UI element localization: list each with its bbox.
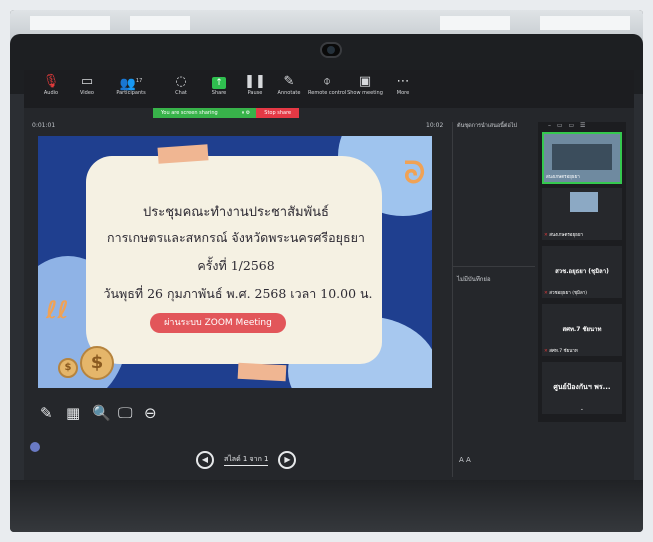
pen-icon[interactable]: ✎ xyxy=(40,404,53,422)
participant-tile[interactable]: สวช.อยุธยา (ชุมิลา) ✕ สวชอยุธยา (ชุมิลา) xyxy=(542,246,622,298)
participant-tile[interactable]: สศท.7 ชัยนาท ✕ สศท.7 ชัยนาท xyxy=(542,304,622,356)
font-size-controls[interactable]: A A xyxy=(459,456,471,464)
share-button[interactable]: ↑ Share xyxy=(200,73,238,97)
laptop-screen: 🎙 Audio ▭ Video 👥17 Participants ◌ Chat … xyxy=(24,70,634,480)
swirl-decoration: ᘐ xyxy=(404,156,426,191)
share-status: You are screen sharing xyxy=(153,108,236,118)
slide-title: ประชุมคณะทำงานประชาสัมพันธ์ xyxy=(143,205,329,220)
meeting-timer: 0:01:01 xyxy=(32,122,56,129)
more-button[interactable]: ⋯ More xyxy=(384,73,422,97)
magnifier-icon[interactable]: 🔍 xyxy=(92,404,111,422)
webcam-icon xyxy=(320,42,342,58)
remote-control-button[interactable]: ⌽ Remote control xyxy=(308,73,346,97)
mouse-icon: ⌽ xyxy=(323,74,331,89)
slide-date: วันพุธที่ 26 กุมภาพันธ์ พ.ศ. 2568 เวลา 1… xyxy=(103,286,373,301)
slides-grid-icon[interactable]: ▦ xyxy=(66,404,80,422)
next-slide-button[interactable]: ▶ xyxy=(278,451,297,469)
pen-icon: ✎ xyxy=(283,74,295,89)
chat-icon: ◌ xyxy=(175,74,187,89)
zoom-meeting-pill: ผ่านระบบ ZOOM Meeting xyxy=(150,313,286,333)
coin-icon: $ xyxy=(58,358,78,378)
participants-icon: 👥17 xyxy=(119,76,143,92)
screen-icon[interactable]: 🖵 xyxy=(118,404,132,422)
zoom-toolbar: 🎙 Audio ▭ Video 👥17 Participants ◌ Chat … xyxy=(24,70,634,108)
presentation-slide: ᘐ ℓℓ $ $ ประชุมคณะทำงานประชาสัมพันธ์ การ… xyxy=(38,136,432,388)
video-button[interactable]: ▭ Video xyxy=(68,73,106,97)
stop-share-button[interactable]: Stop share xyxy=(256,108,300,118)
slide-session: ครั้งที่ 1/2568 xyxy=(197,258,275,273)
chevron-down-icon[interactable]: ⌄ xyxy=(580,407,584,412)
chat-button[interactable]: ◌ Chat xyxy=(162,73,200,97)
previous-slide-button[interactable]: ◀ xyxy=(196,451,214,469)
more-icon: ⋯ xyxy=(396,74,410,89)
audio-button[interactable]: 🎙 Audio xyxy=(32,73,70,97)
participant-gallery: – ▭ ▭ ☰ สนงเกษตรอยุธยา ✕ สนงเกษตรอยุธยา … xyxy=(538,122,626,422)
pause-icon: ❚❚ xyxy=(244,74,266,89)
clock: 10:02 xyxy=(426,122,444,129)
share-screen-icon: ↑ xyxy=(212,77,226,89)
participant-tile[interactable]: ศูนย์ป้องกันฯ พร... ⌄ xyxy=(542,362,622,414)
zoom-icon[interactable] xyxy=(30,442,40,452)
notes-empty-text: ไม่มีบันทึกย่อ xyxy=(457,276,491,283)
slide-counter: สไลด์ 1 จาก 1 xyxy=(224,454,269,466)
participant-tile[interactable]: ✕ สนงเกษตรอยุธยา xyxy=(542,188,622,240)
microphone-icon: 🎙 xyxy=(42,74,60,89)
share-controls[interactable]: ⏸ ⚙ xyxy=(235,108,257,118)
more-options-icon[interactable]: ⊖ xyxy=(144,404,157,422)
gallery-controls[interactable]: – ▭ ▭ ☰ xyxy=(548,122,587,129)
slide-navigation: ◀ สไลด์ 1 จาก 1 ▶ xyxy=(196,450,297,470)
presenter-notes-panel: ต้นชุดการนำเสนอนี้ต่อไป ไม่มีบันทึกย่อ A… xyxy=(452,122,535,477)
annotate-button[interactable]: ✎ Annotate xyxy=(270,73,308,97)
participant-tile[interactable]: สนงเกษตรอยุธยา xyxy=(542,132,622,184)
pause-button[interactable]: ❚❚ Pause xyxy=(236,73,274,97)
slide-subtitle: การเกษตรและสหกรณ์ จังหวัดพระนครศรีอยุธยา xyxy=(107,230,365,245)
photo-frame: 🎙 Audio ▭ Video 👥17 Participants ◌ Chat … xyxy=(10,10,643,532)
participants-button[interactable]: 👥17 Participants xyxy=(112,73,150,97)
laptop-base xyxy=(10,480,643,532)
camera-icon: ▭ xyxy=(80,74,94,89)
screen-share-banner: You are screen sharing ⏸ ⚙ Stop share xyxy=(153,108,300,118)
swirl-decoration: ℓℓ xyxy=(46,296,69,324)
show-meeting-button[interactable]: ▣ Show meeting xyxy=(346,73,384,97)
coin-icon: $ xyxy=(80,346,114,380)
window-icon: ▣ xyxy=(358,74,372,89)
